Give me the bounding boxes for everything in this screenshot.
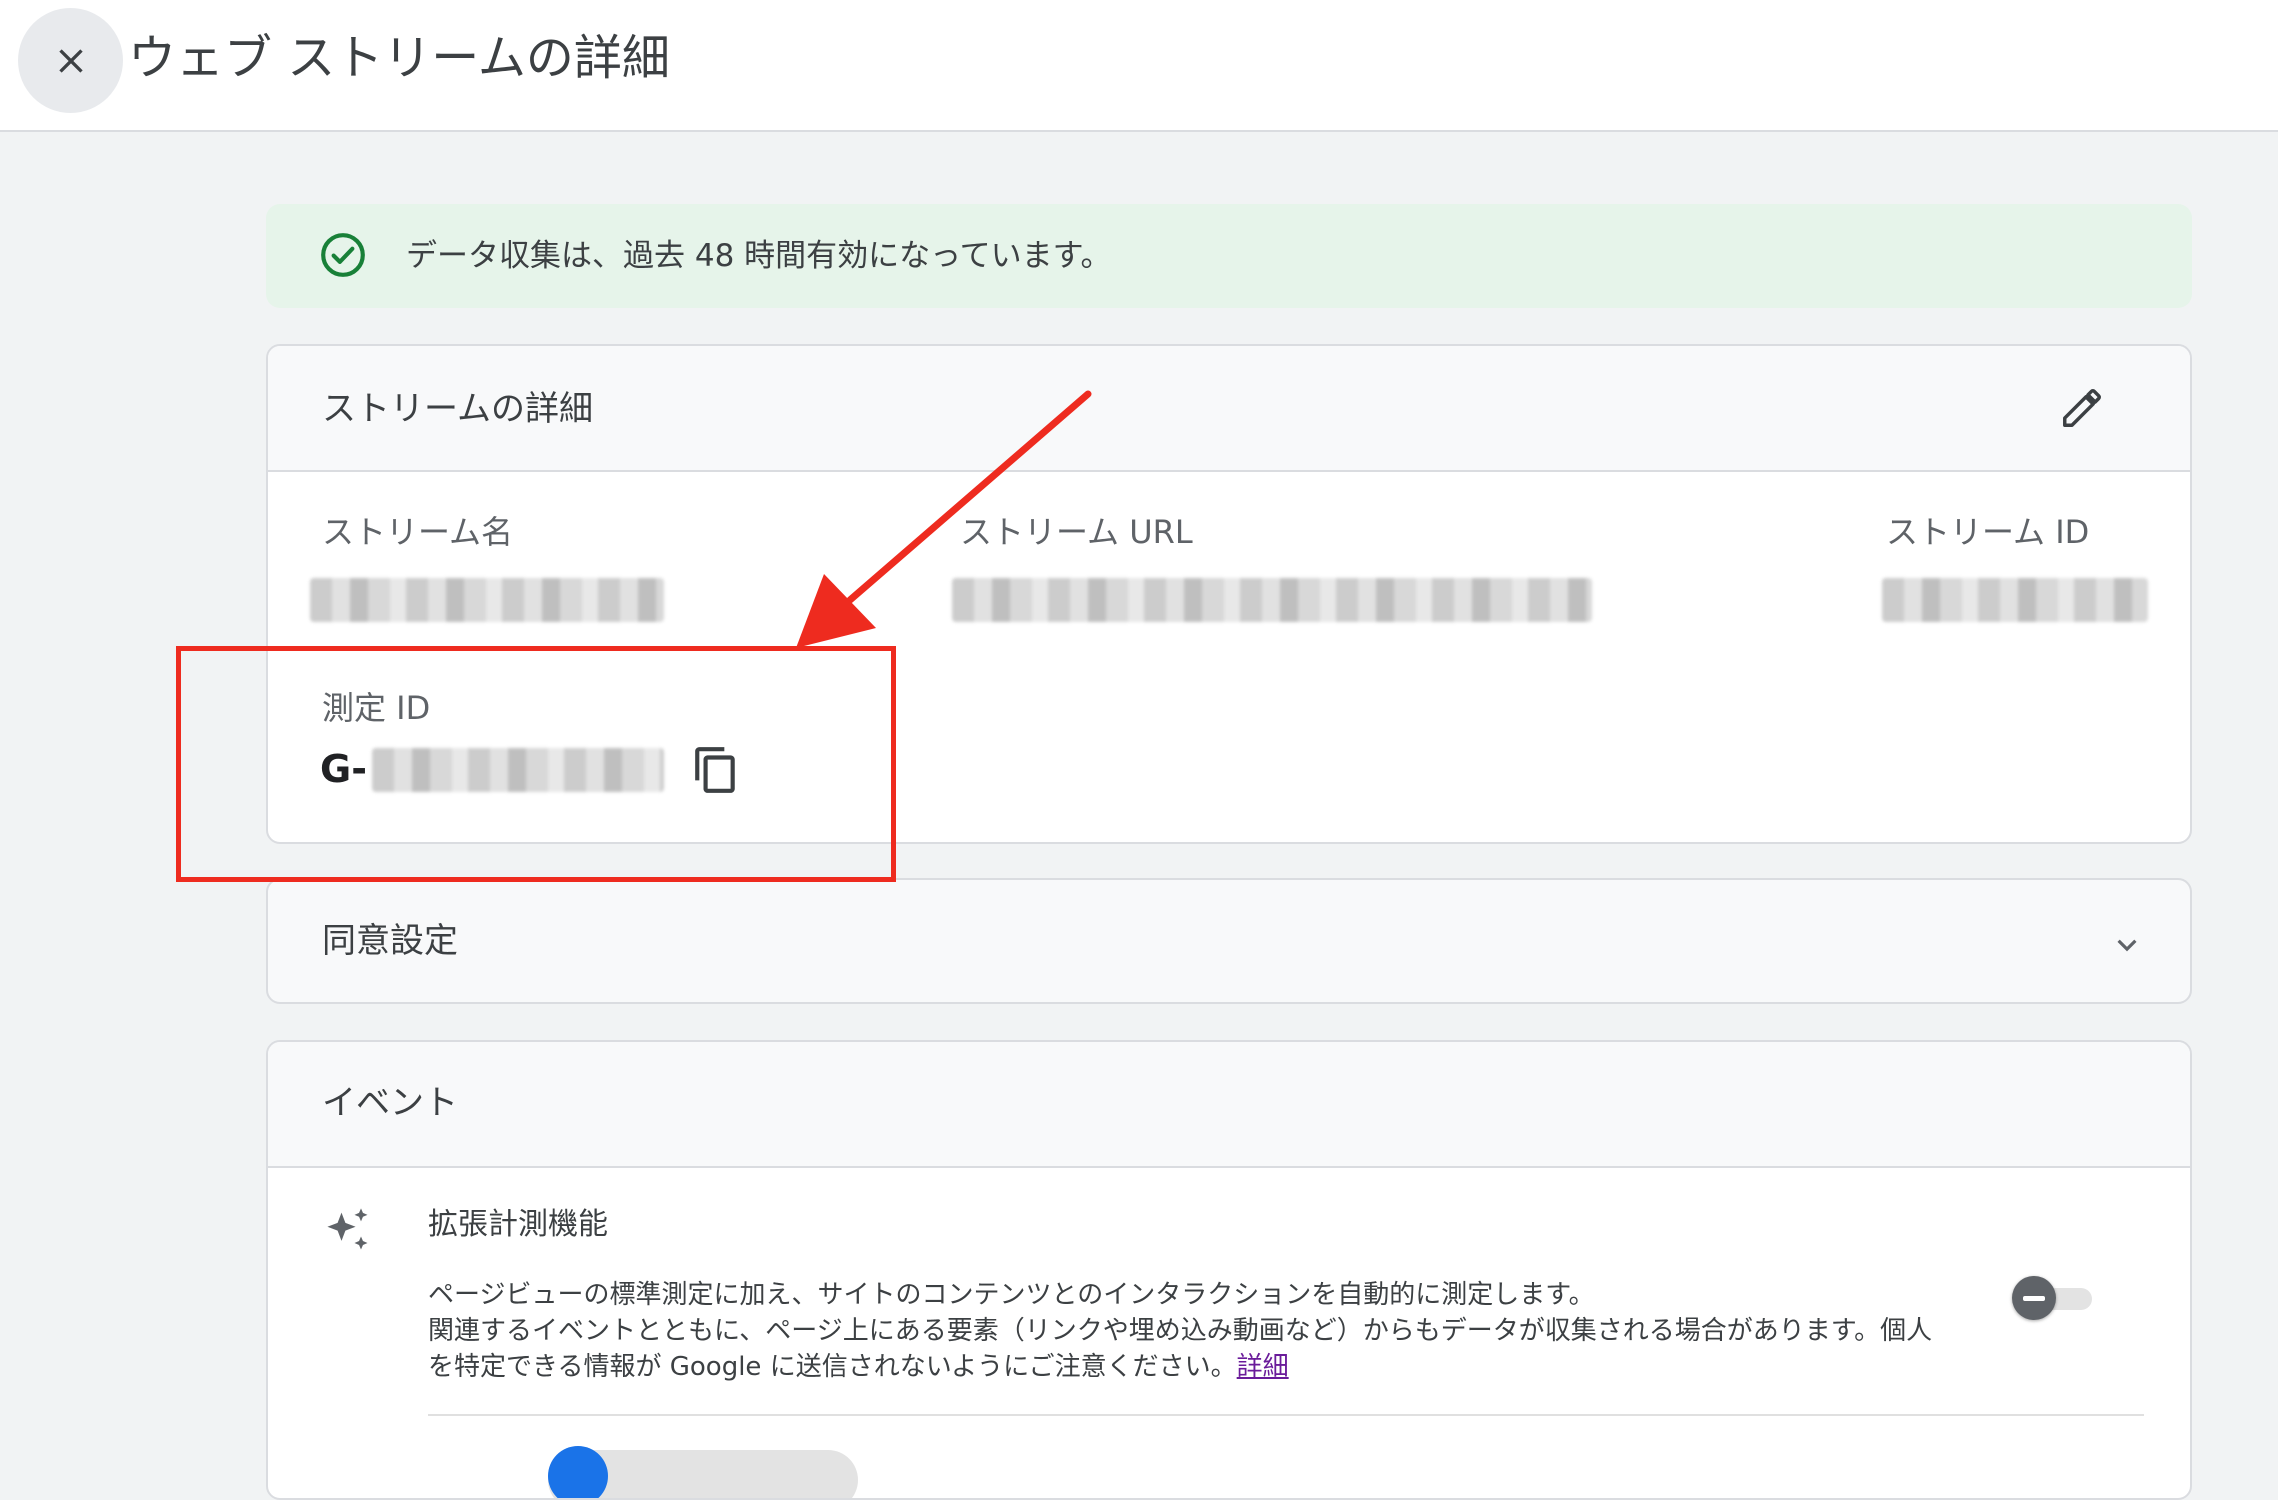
sparkle-icon xyxy=(327,1208,368,1250)
expand-button[interactable] xyxy=(2102,920,2152,970)
edit-button[interactable] xyxy=(2052,378,2112,438)
stream-details-header: ストリームの詳細 xyxy=(268,346,2190,472)
status-banner-text: データ収集は、過去 48 時間有効になっています。 xyxy=(406,238,1112,274)
stream-url-label: ストリーム URL xyxy=(960,513,1193,551)
pencil-icon xyxy=(2063,389,2101,427)
copy-icon xyxy=(695,747,735,793)
check-circle-icon xyxy=(321,233,365,277)
consent-settings-card[interactable]: 同意設定 xyxy=(266,878,2192,1004)
stream-name-value-redacted xyxy=(310,578,664,622)
copy-button[interactable] xyxy=(686,740,746,800)
stream-details-title: ストリームの詳細 xyxy=(322,389,593,429)
page-title: ウェブ ストリームの詳細 xyxy=(128,30,670,86)
consent-settings-title: 同意設定 xyxy=(322,921,458,961)
enhanced-measurement-title: 拡張計測機能 xyxy=(428,1207,608,1242)
top-bar: ウェブ ストリームの詳細 xyxy=(0,0,2278,132)
section-divider xyxy=(428,1414,2144,1416)
events-card: イベント 拡張計測機能 ページビューの標準測定に加え、サイトのコンテンツとのイン… xyxy=(266,1040,2192,1500)
learn-more-link[interactable]: 詳細 xyxy=(1237,1352,1289,1382)
events-header: イベント xyxy=(268,1042,2190,1168)
stream-id-value-redacted xyxy=(1882,578,2148,622)
close-button[interactable] xyxy=(18,8,123,113)
partial-toggle-thumb xyxy=(548,1446,608,1498)
toggle-thumb xyxy=(2012,1276,2056,1320)
enhanced-measurement-desc-line2: 関連するイベントとともに、ページ上にある要素（リンクや埋め込み動画など）からもデ… xyxy=(428,1316,1933,1346)
desc-line3-text: を特定できる情報が Google に送信されないようにご注意ください。 xyxy=(428,1352,1237,1382)
stream-url-value-redacted xyxy=(952,578,1592,622)
measurement-id-label: 測定 ID xyxy=(322,689,431,727)
stream-details-card: ストリームの詳細 ストリーム名 ストリーム URL ストリーム ID 測定 ID… xyxy=(266,344,2192,844)
stream-name-label: ストリーム名 xyxy=(322,513,514,551)
close-icon xyxy=(58,48,83,73)
enhanced-measurement-desc-line1: ページビューの標準測定に加え、サイトのコンテンツとのインタラクションを自動的に測… xyxy=(428,1280,1595,1310)
measurement-id-value-redacted xyxy=(372,748,664,792)
enhanced-measurement-toggle[interactable] xyxy=(2012,1274,2096,1322)
events-title: イベント xyxy=(322,1083,458,1123)
status-banner: データ収集は、過去 48 時間有効になっています。 xyxy=(266,204,2192,308)
chevron-down-icon xyxy=(2117,939,2137,952)
measurement-id-prefix: G- xyxy=(320,747,367,791)
stream-id-label: ストリーム ID xyxy=(1886,513,2090,551)
enhanced-measurement-desc-line3: を特定できる情報が Google に送信されないようにご注意ください。詳細 xyxy=(428,1350,1289,1385)
